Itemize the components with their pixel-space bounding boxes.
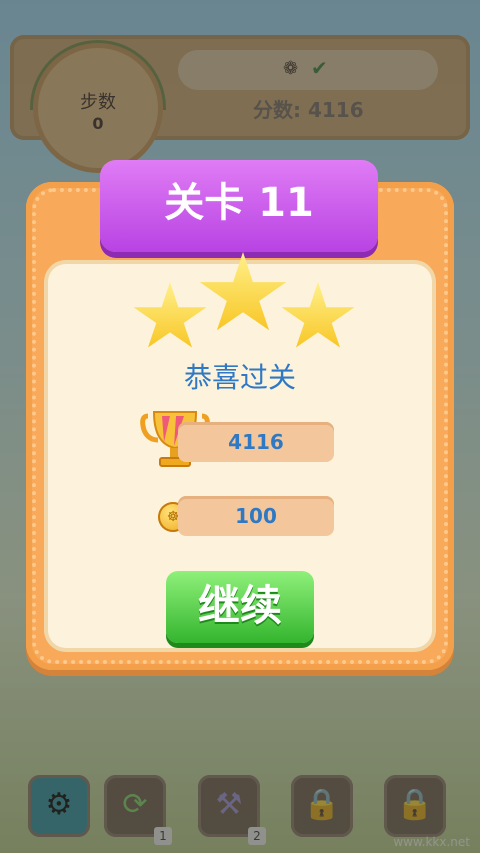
coin-reward: 100 bbox=[178, 496, 334, 536]
level-title: 关卡 11 bbox=[164, 180, 314, 226]
continue-button[interactable]: 继续 bbox=[166, 571, 314, 643]
level-title-banner: 关卡 11 bbox=[100, 160, 378, 252]
final-score: 4116 bbox=[178, 422, 334, 462]
congrats-message: 恭喜过关 bbox=[183, 361, 296, 394]
